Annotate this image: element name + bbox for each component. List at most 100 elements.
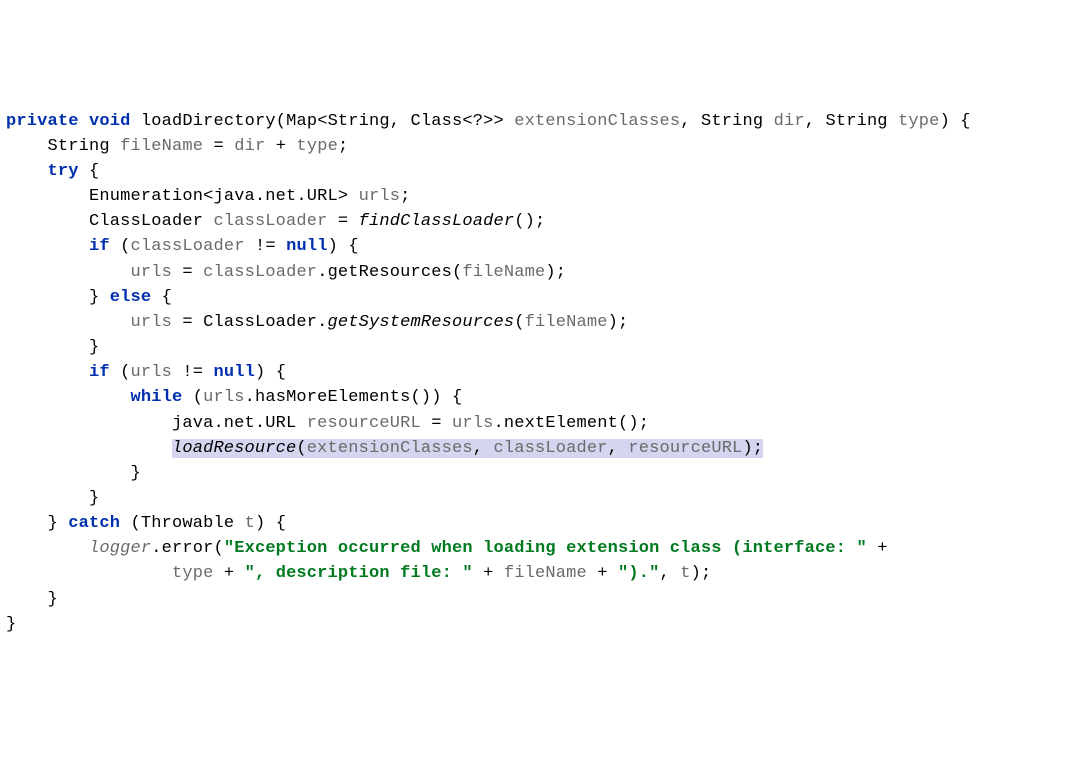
- l7e: getResources: [328, 263, 452, 282]
- line-12: while (urls.hasMoreElements()) {: [6, 388, 462, 407]
- l19b: +: [213, 564, 244, 583]
- param-name-1: extensionClasses: [514, 112, 680, 131]
- l5b: classLoader: [213, 212, 327, 231]
- l18a: logger: [89, 539, 151, 558]
- l7c: classLoader: [203, 263, 317, 282]
- l6c: !=: [245, 237, 287, 256]
- l19g: t: [680, 564, 690, 583]
- line-19: type + ", description file: " + fileName…: [6, 564, 711, 583]
- line-10: }: [6, 338, 99, 357]
- keyword-null: null: [286, 237, 328, 256]
- l11c: !=: [172, 363, 214, 382]
- param-type-2: String: [701, 112, 763, 131]
- l5a: ClassLoader: [89, 212, 213, 231]
- line-4: Enumeration<java.net.URL> urls;: [6, 187, 411, 206]
- line-7: urls = classLoader.getResources(fileName…: [6, 263, 566, 282]
- l18b: .error(: [151, 539, 224, 558]
- l7g: fileName: [462, 263, 545, 282]
- l12c: .hasMoreElements()) {: [245, 388, 463, 407]
- code-block: private void loadDirectory ( Map<String, C…: [6, 109, 1074, 637]
- line-17: } catch (Throwable t) {: [6, 514, 286, 533]
- sig-close: ) {: [940, 112, 971, 131]
- keyword-private: private: [6, 112, 79, 131]
- l13b: resourceURL: [307, 414, 421, 433]
- line-6: if (classLoader != null) {: [6, 237, 359, 256]
- l4c: ;: [400, 187, 410, 206]
- l8b: {: [151, 288, 172, 307]
- line-2: String fileName = dir + type;: [6, 137, 348, 156]
- l6d: ) {: [328, 237, 359, 256]
- l11b: urls: [130, 363, 172, 382]
- l4b: urls: [359, 187, 401, 206]
- keyword-try: try: [48, 162, 79, 181]
- highlighted-line: loadResource(extensionClasses, classLoad…: [172, 439, 763, 458]
- method-name: loadDirectory: [141, 112, 276, 131]
- line-9: urls = ClassLoader.getSystemResources(fi…: [6, 313, 628, 332]
- string-3: ").": [618, 564, 660, 583]
- l7f: (: [452, 263, 462, 282]
- l2c: =: [203, 137, 234, 156]
- line-16: }: [6, 489, 99, 508]
- l20a: }: [48, 590, 58, 609]
- l7a: urls: [130, 263, 172, 282]
- keyword-while: while: [130, 388, 182, 407]
- string-1: "Exception occurred when loading extensi…: [224, 539, 867, 558]
- line-15: }: [6, 464, 141, 483]
- l7h: );: [545, 263, 566, 282]
- l14g: resourceURL: [628, 439, 742, 458]
- l19a: type: [172, 564, 214, 583]
- l13c: =: [421, 414, 452, 433]
- l7b: =: [172, 263, 203, 282]
- l13e: .nextElement();: [494, 414, 650, 433]
- line-5: ClassLoader classLoader = findClassLoade…: [6, 212, 545, 231]
- l15a: }: [130, 464, 140, 483]
- l19f: ,: [660, 564, 681, 583]
- l18c: +: [867, 539, 888, 558]
- l14e: classLoader: [494, 439, 608, 458]
- l11a: (: [110, 363, 131, 382]
- line-21: }: [6, 615, 16, 634]
- l19d: fileName: [504, 564, 587, 583]
- l2f: type: [296, 137, 338, 156]
- l9e: fileName: [525, 313, 608, 332]
- l4a: Enumeration<java.net.URL>: [89, 187, 359, 206]
- l8a: }: [89, 288, 110, 307]
- l19e: +: [587, 564, 618, 583]
- l9c: getSystemResources: [328, 313, 515, 332]
- l21a: }: [6, 615, 16, 634]
- l2e: +: [265, 137, 296, 156]
- l6b: classLoader: [130, 237, 244, 256]
- l9a: urls: [130, 313, 172, 332]
- l14a: loadResource: [172, 439, 296, 458]
- l2d: dir: [234, 137, 265, 156]
- keyword-void: void: [89, 112, 131, 131]
- l7d: .: [317, 263, 327, 282]
- line-13: java.net.URL resourceURL = urls.nextElem…: [6, 414, 649, 433]
- l2g: ;: [338, 137, 348, 156]
- param-type-3: String: [825, 112, 887, 131]
- l2b: fileName: [120, 137, 203, 156]
- l10a: }: [89, 338, 99, 357]
- line-20: }: [6, 590, 58, 609]
- line-14: loadResource(extensionClasses, classLoad…: [6, 439, 763, 458]
- line-8: } else {: [6, 288, 172, 307]
- keyword-catch: catch: [68, 514, 120, 533]
- l11d: ) {: [255, 363, 286, 382]
- keyword-null: null: [213, 363, 255, 382]
- keyword-if: if: [89, 363, 110, 382]
- l14f: ,: [608, 439, 629, 458]
- l9f: );: [608, 313, 629, 332]
- l6a: (: [110, 237, 131, 256]
- l17d: ) {: [255, 514, 286, 533]
- l13d: urls: [452, 414, 494, 433]
- l16a: }: [89, 489, 99, 508]
- param-type-1: Map<String, Class<?>>: [286, 112, 504, 131]
- param-name-2: dir: [774, 112, 805, 131]
- keyword-else: else: [110, 288, 152, 307]
- l9b: = ClassLoader.: [172, 313, 328, 332]
- l19c: +: [473, 564, 504, 583]
- line-18: logger.error("Exception occurred when lo…: [6, 539, 888, 558]
- param-name-3: type: [898, 112, 940, 131]
- l9d: (: [514, 313, 524, 332]
- l3b: {: [79, 162, 100, 181]
